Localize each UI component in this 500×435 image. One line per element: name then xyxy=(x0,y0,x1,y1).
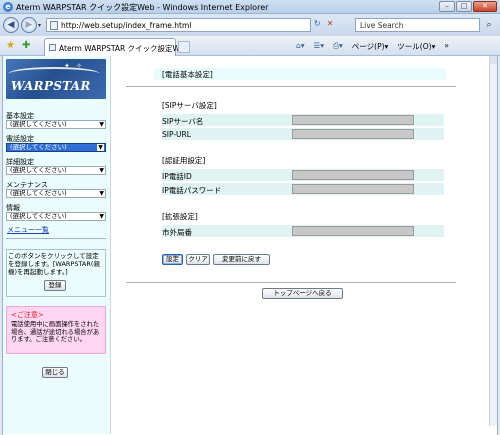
menu-list-link[interactable]: メニュー一覧 xyxy=(7,225,49,235)
menu-select-phone[interactable]: (選択してください) ▼ xyxy=(6,143,106,152)
sip-server-input[interactable] xyxy=(292,115,414,125)
caution-text: 電話使用中に画面操作をされた場合、通話が途切れる場合があります。ご注意ください。 xyxy=(11,321,100,343)
logo-text: WARPSTAR xyxy=(11,79,91,93)
menu-select-text: (選択してください) xyxy=(10,189,67,197)
ie-logo-icon: e xyxy=(3,2,13,12)
revert-button[interactable]: 変更前に戻す xyxy=(213,254,270,265)
menu-label: 詳細設定 xyxy=(6,158,34,166)
divider xyxy=(126,86,456,87)
top-page-button[interactable]: トップページへ戻る xyxy=(262,288,343,299)
chevron-down-icon: ▼ xyxy=(99,121,104,128)
caution-box: <ご注意> 電話使用中に画面操作をされた場合、通話が途切れる場合があります。ご注… xyxy=(6,306,106,354)
chevron-down-icon: ▼ xyxy=(97,144,104,151)
page-menu[interactable]: ページ(P)▾ xyxy=(352,41,389,52)
address-bar: ◀ ▶ ▾ http://web.setup/index_frame.html … xyxy=(0,14,500,36)
form-row-sip-server: SIPサーバ名 xyxy=(162,114,444,126)
page-icon xyxy=(50,21,58,30)
chevron-down-icon: ▼ xyxy=(99,167,104,174)
logo-stars: ✦ ✧ xyxy=(64,62,84,70)
tools-menu[interactable]: ツール(O)▾ xyxy=(397,41,435,52)
set-button[interactable]: 設定 xyxy=(162,254,183,265)
menu-select-text: (選択してください) xyxy=(10,143,67,151)
menu-group-maintenance: メンテナンス (選択してください) ▼ xyxy=(6,181,106,198)
tab-page-icon xyxy=(49,44,56,51)
scroll-up-arrow[interactable] xyxy=(490,56,497,64)
ip-phone-password-input[interactable] xyxy=(292,184,414,194)
refresh-icon[interactable]: ↻ xyxy=(314,19,321,28)
home-icon[interactable]: ⌂▾ xyxy=(296,41,305,52)
maximize-button[interactable]: □ xyxy=(456,1,472,12)
chevron-down-icon: ▼ xyxy=(99,190,104,197)
stop-icon[interactable]: ✕ xyxy=(327,19,334,28)
field-label: 市外局番 xyxy=(162,228,192,237)
history-dropdown-icon[interactable]: ▾ xyxy=(38,22,41,29)
menu-label: メンテナンス xyxy=(6,181,48,189)
menu-select-text: (選択してください) xyxy=(10,166,67,174)
menu-select-text: (選択してください) xyxy=(10,212,67,220)
search-icon[interactable]: ⌕ xyxy=(483,19,495,31)
chevron-down-icon: ▼ xyxy=(99,213,104,220)
menu-select-text: (選択してください) xyxy=(10,120,67,128)
window-title: Aterm WARPSTAR クイック設定Web - Windows Inter… xyxy=(16,3,269,12)
add-favorites-icon[interactable]: ✚ xyxy=(22,40,30,51)
divider xyxy=(126,282,456,283)
menu-select-advanced[interactable]: (選択してください) ▼ xyxy=(6,166,106,175)
tab-label: Aterm WARPSTAR クイック設定Web xyxy=(59,44,189,53)
field-label: SIPサーバ名 xyxy=(162,117,204,126)
menu-label: 電話設定 xyxy=(6,135,34,143)
register-note: このボタンをクリックして設定を登録します。[WARPSTAR(親機)を再起動しま… xyxy=(8,252,100,276)
command-bar: ★ ✚ Aterm WARPSTAR クイック設定Web ⌂▾ ☰▾ ⎙▾ ペー… xyxy=(0,36,500,56)
register-button[interactable]: 登録 xyxy=(44,280,66,291)
menu-group-info: 情報 (選択してください) ▼ xyxy=(6,204,106,221)
field-label: IP電話ID xyxy=(162,172,192,181)
close-page-button[interactable]: 閉じる xyxy=(42,367,68,378)
menu-group-basic: 基本設定 (選択してください) ▼ xyxy=(6,112,106,129)
feeds-icon[interactable]: ☰▾ xyxy=(314,41,325,52)
search-input[interactable]: Live Search xyxy=(355,18,480,32)
window-titlebar: e Aterm WARPSTAR クイック設定Web - Windows Int… xyxy=(0,0,500,14)
minimize-button[interactable]: – xyxy=(439,1,455,12)
divider xyxy=(6,238,106,239)
menu-select-basic[interactable]: (選択してください) ▼ xyxy=(6,120,106,129)
form-row-sip-url: SIP-URL xyxy=(162,128,444,140)
page-title: [電話基本設定] xyxy=(162,70,213,79)
print-icon[interactable]: ⎙▾ xyxy=(333,41,343,52)
menu-select-maintenance[interactable]: (選択してください) ▼ xyxy=(6,189,106,198)
new-tab-button[interactable] xyxy=(178,41,190,53)
form-row-ip-password: IP電話パスワード xyxy=(162,183,444,195)
form-row-ip-id: IP電話ID xyxy=(162,169,444,181)
page-viewport: ✦ ✧ WARPSTAR 基本設定 (選択してください) ▼ 電話設定 (選択して… xyxy=(2,56,498,435)
section-title-extended: [拡張設定] xyxy=(162,212,198,221)
warpstar-logo: ✦ ✧ WARPSTAR xyxy=(6,59,106,99)
form-row-area-code: 市外局番 xyxy=(162,225,444,237)
field-label: SIP-URL xyxy=(162,130,191,139)
menu-select-info[interactable]: (選択してください) ▼ xyxy=(6,212,106,221)
favorites-star-icon[interactable]: ★ xyxy=(6,40,15,51)
browser-tab[interactable]: Aterm WARPSTAR クイック設定Web xyxy=(44,38,189,56)
url-field[interactable]: http://web.setup/index_frame.html xyxy=(46,18,311,32)
forward-button[interactable]: ▶ xyxy=(21,17,37,33)
clear-button[interactable]: クリア xyxy=(186,254,210,265)
field-label: IP電話パスワード xyxy=(162,186,222,195)
section-title-auth: [認証用設定] xyxy=(162,156,206,165)
menu-label: 基本設定 xyxy=(6,112,34,120)
menu-group-phone: 電話設定 (選択してください) ▼ xyxy=(6,135,106,152)
section-title-sip: [SIPサーバ設定] xyxy=(162,101,217,110)
ip-phone-id-input[interactable] xyxy=(292,170,414,180)
close-window-button[interactable]: ✕ xyxy=(473,1,497,12)
left-menu-frame: ✦ ✧ WARPSTAR 基本設定 (選択してください) ▼ 電話設定 (選択して… xyxy=(3,56,111,434)
vertical-scrollbar[interactable] xyxy=(489,56,497,426)
area-code-input[interactable] xyxy=(292,226,414,236)
sip-url-input[interactable] xyxy=(292,129,414,139)
search-placeholder: Live Search xyxy=(360,21,404,30)
menu-label: 情報 xyxy=(6,204,20,212)
url-text: http://web.setup/index_frame.html xyxy=(61,21,192,30)
tools-menu-label: ツール(O) xyxy=(397,42,432,51)
caution-title: <ご注意> xyxy=(11,311,44,319)
back-button[interactable]: ◀ xyxy=(3,17,19,33)
page-menu-label: ページ(P) xyxy=(351,42,385,51)
menu-group-advanced: 詳細設定 (選択してください) ▼ xyxy=(6,158,106,175)
main-frame: [電話基本設定] [SIPサーバ設定] SIPサーバ名 SIP-URL [認証用… xyxy=(112,56,490,434)
more-icon[interactable]: » xyxy=(444,41,449,52)
